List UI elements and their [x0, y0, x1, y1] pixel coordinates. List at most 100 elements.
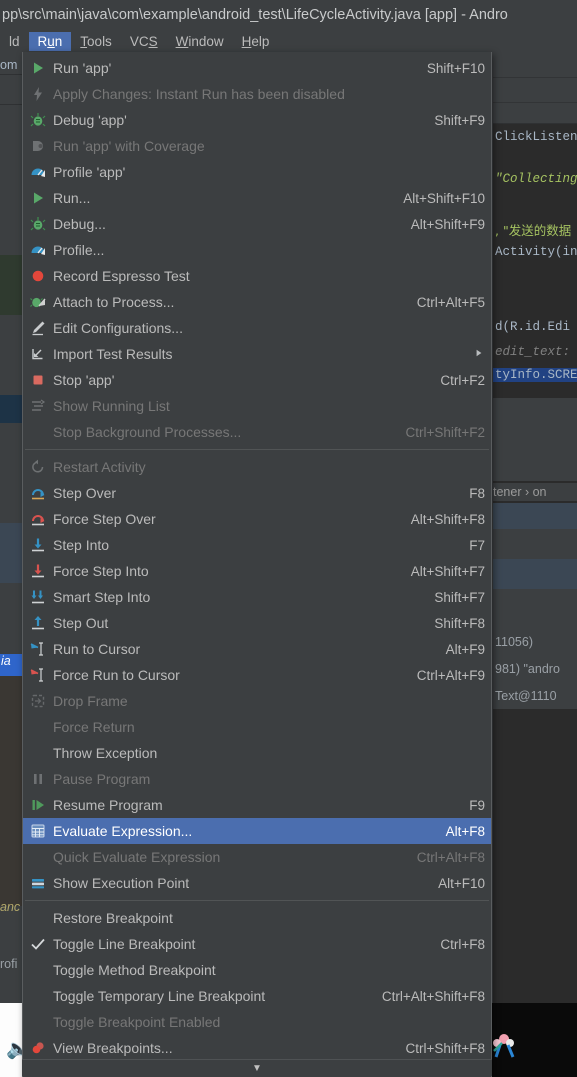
menu-item-label: Force Step Into — [53, 563, 149, 579]
menu-item-evaluate-expression[interactable]: Evaluate Expression... Alt+F8 — [23, 818, 491, 844]
menu-item-label: Run to Cursor — [53, 641, 141, 657]
lightning-bolt-icon — [23, 81, 53, 107]
selected-tree-item[interactable]: ia — [0, 654, 22, 676]
menubar-item-window[interactable]: Window — [167, 32, 233, 51]
menu-item-show-execution-point[interactable]: Show Execution Point Alt+F10 — [23, 870, 491, 896]
menu-item-label: Attach to Process... — [53, 294, 175, 310]
profile-gauge-icon — [23, 159, 53, 185]
menu-item-label: Toggle Line Breakpoint — [53, 936, 196, 952]
menu-item-shortcut: Alt+Shift+F8 — [410, 511, 485, 527]
menu-item-stop-background-processes: Stop Background Processes... Ctrl+Shift+F… — [23, 419, 491, 445]
force-step-over-icon — [23, 506, 53, 532]
menu-item-shortcut: F9 — [469, 797, 485, 813]
menu-item-label: Force Step Over — [53, 511, 156, 527]
menu-item-label: Record Espresso Test — [53, 268, 190, 284]
breadcrumb[interactable]: tener › on — [493, 483, 577, 501]
menu-item-force-step-over[interactable]: Force Step Over Alt+Shift+F8 — [23, 506, 491, 532]
window-titlebar: pp\src\main\java\com\example\android_tes… — [0, 0, 577, 30]
panel-fragment: anc — [0, 900, 21, 914]
menu-item-label: Toggle Breakpoint Enabled — [53, 1014, 221, 1030]
code-fragment: ClickListen — [495, 130, 577, 144]
menu-item-shortcut: F7 — [469, 537, 485, 553]
menu-item-step-over[interactable]: Step Over F8 — [23, 480, 491, 506]
menu-item-shortcut: Ctrl+F8 — [440, 936, 485, 952]
menu-item-throw-exception[interactable]: Throw Exception — [23, 740, 491, 766]
menu-item-run-to-cursor[interactable]: Run to Cursor Alt+F9 — [23, 636, 491, 662]
menu-item-label: Show Execution Point — [53, 875, 190, 891]
run-menu-popup[interactable]: Run 'app' Shift+F10 Apply Changes: Instant… — [22, 52, 492, 1077]
menu-item-smart-step-into[interactable]: Smart Step Into Shift+F7 — [23, 584, 491, 610]
left-panel-highlight — [0, 395, 22, 423]
menu-item-label: Run 'app' — [53, 60, 112, 76]
menu-item-record-espresso-test[interactable]: Record Espresso Test — [23, 263, 491, 289]
menu-item-attach-to-process[interactable]: Attach to Process... Ctrl+Alt+F5 — [23, 289, 491, 315]
menu-item-edit-configurations[interactable]: Edit Configurations... — [23, 315, 491, 341]
debug-bug-icon — [23, 107, 53, 133]
menu-item-label: Profile... — [53, 242, 105, 258]
left-panel-sliver — [0, 583, 22, 653]
view-breakpoints-icon — [23, 1035, 53, 1061]
menu-item-force-step-into[interactable]: Force Step Into Alt+Shift+F7 — [23, 558, 491, 584]
menu-item-profile[interactable]: Profile... — [23, 237, 491, 263]
editor-tab-strip — [493, 52, 577, 124]
menu-item-label: Edit Configurations... — [53, 320, 183, 336]
menubar-item-help[interactable]: Help — [233, 32, 279, 51]
menubar-item-vcs[interactable]: VCS — [121, 32, 167, 51]
menu-item-view-breakpoints[interactable]: View Breakpoints... Ctrl+Shift+F8 — [23, 1035, 491, 1061]
menubar-item-tools[interactable]: Tools — [71, 32, 121, 51]
menu-item-label: Restart Activity — [53, 459, 146, 475]
menubar[interactable]: ld Run Tools VCS Window Help — [0, 30, 577, 52]
no-icon-placeholder — [23, 1009, 53, 1035]
menu-separator — [25, 900, 489, 901]
pause-icon — [23, 766, 53, 792]
menu-item-shortcut: Shift+F10 — [426, 60, 485, 76]
menu-item-label: Toggle Temporary Line Breakpoint — [53, 988, 266, 1004]
menubar-item-build[interactable]: ld — [0, 32, 29, 51]
step-over-icon — [23, 480, 53, 506]
menu-item-toggle-line-breakpoint[interactable]: Toggle Line Breakpoint Ctrl+F8 — [23, 931, 491, 957]
debug-frame-row[interactable] — [493, 559, 577, 589]
menu-item-force-run-to-cursor[interactable]: Force Run to Cursor Ctrl+Alt+F9 — [23, 662, 491, 688]
show-execution-point-icon — [23, 870, 53, 896]
menu-scroll-down-button[interactable]: ▼ — [22, 1060, 492, 1076]
menu-item-import-test-results[interactable]: Import Test Results — [23, 341, 491, 367]
menu-item-debug-app[interactable]: Debug 'app' Shift+F9 — [23, 107, 491, 133]
menu-item-step-into[interactable]: Step Into F7 — [23, 532, 491, 558]
no-icon-placeholder — [23, 714, 53, 740]
menu-item-shortcut: Alt+Shift+F9 — [410, 216, 485, 232]
menubar-item-run[interactable]: Run — [28, 31, 72, 51]
force-run-to-cursor-icon — [23, 662, 53, 688]
debug-value: 981) "andro — [495, 662, 560, 676]
menu-item-label: Profile 'app' — [53, 164, 126, 180]
menu-item-label: Step Out — [53, 615, 109, 631]
menu-item-run-app-with-coverage: Run 'app' with Coverage — [23, 133, 491, 159]
menu-item-profile-app[interactable]: Profile 'app' — [23, 159, 491, 185]
menu-item-resume-program[interactable]: Resume Program F9 — [23, 792, 491, 818]
menu-item-shortcut: Alt+F8 — [445, 823, 485, 839]
debug-frame-row[interactable] — [493, 503, 577, 529]
run-green-triangle-icon — [23, 185, 53, 211]
menu-item-stop-app[interactable]: Stop 'app' Ctrl+F2 — [23, 367, 491, 393]
menu-item-debug[interactable]: Debug... Alt+Shift+F9 — [23, 211, 491, 237]
menu-item-shortcut: Ctrl+Alt+F8 — [416, 849, 485, 865]
menu-item-label: View Breakpoints... — [53, 1040, 173, 1056]
debug-value: Text@1110 — [495, 689, 557, 703]
submenu-chevron-right-icon — [475, 348, 485, 360]
no-icon-placeholder — [23, 957, 53, 983]
menu-item-toggle-temporary-line-breakpoint[interactable]: Toggle Temporary Line Breakpoint Ctrl+Alt… — [23, 983, 491, 1009]
menu-item-toggle-method-breakpoint[interactable]: Toggle Method Breakpoint — [23, 957, 491, 983]
editor-gap — [493, 398, 577, 448]
menu-item-label: Run... — [53, 190, 91, 206]
menu-item-quick-evaluate-expression: Quick Evaluate Expression Ctrl+Alt+F8 — [23, 844, 491, 870]
left-panel-sliver — [0, 315, 22, 395]
code-fragment: d(R.id.Edi — [495, 320, 571, 334]
menu-item-run-app[interactable]: Run 'app' Shift+F10 — [23, 55, 491, 81]
run-green-triangle-icon — [23, 55, 53, 81]
menu-item-restore-breakpoint[interactable]: Restore Breakpoint — [23, 905, 491, 931]
divider — [0, 74, 22, 75]
debug-bug-icon — [23, 211, 53, 237]
pencil-edit-icon — [23, 315, 53, 341]
no-icon-placeholder — [23, 905, 53, 931]
menu-item-run[interactable]: Run... Alt+Shift+F10 — [23, 185, 491, 211]
menu-item-step-out[interactable]: Step Out Shift+F8 — [23, 610, 491, 636]
